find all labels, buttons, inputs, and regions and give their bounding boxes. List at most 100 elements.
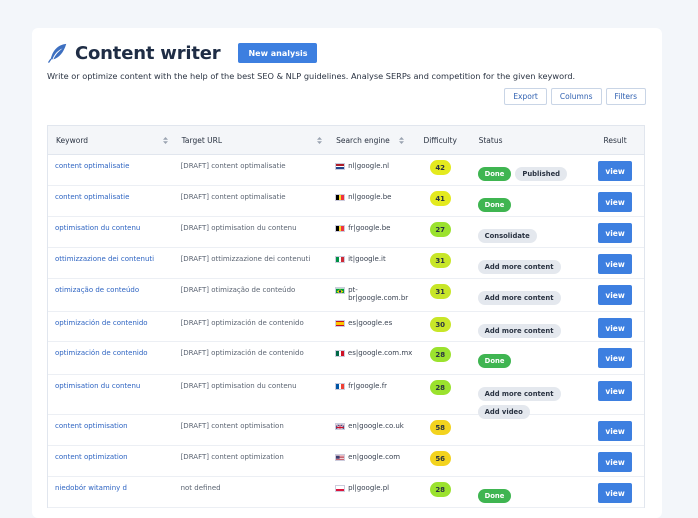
new-analysis-button[interactable]: New analysis — [238, 43, 318, 63]
column-header-status[interactable]: Status — [471, 126, 587, 154]
search-engine: nl|google.be — [348, 193, 392, 201]
status-badge: Add more content — [477, 324, 561, 338]
difficulty-badge: 31 — [429, 284, 451, 299]
target-url: [DRAFT] ottimizzazione dei contenuti — [180, 255, 311, 263]
status-list — [478, 453, 587, 458]
table-row: content optimalisatie [DRAFT] content opt… — [48, 155, 644, 186]
flag-nl-icon — [335, 163, 346, 170]
columns-button[interactable]: Columns — [550, 88, 602, 105]
difficulty-badge: 28 — [429, 347, 451, 362]
status-list: Done Published — [477, 162, 587, 181]
analyses-table: Keyword Target URL Search engine Difficu… — [47, 125, 645, 508]
target-url: [DRAFT] optimisation du contenu — [180, 382, 297, 390]
table-row: content optimisation [DRAFT] content opti… — [48, 415, 644, 446]
column-header-search-engine[interactable]: Search engine — [328, 126, 410, 154]
target-url: [DRAFT] optimización de contenido — [180, 319, 304, 327]
status-badge: Add more content — [477, 387, 561, 401]
keyword-link[interactable]: niedobór witaminy d — [55, 484, 127, 492]
view-button[interactable]: view — [598, 483, 633, 503]
page-description: Write or optimize content with the help … — [47, 71, 576, 81]
column-header-target-url[interactable]: Target URL — [174, 126, 328, 154]
difficulty-badge: 31 — [429, 253, 451, 268]
target-url: [DRAFT] content optimalisatie — [180, 193, 286, 201]
search-engine: es|google.com.mx — [347, 349, 413, 357]
view-button[interactable]: view — [598, 421, 633, 441]
keyword-link[interactable]: content optimisation — [55, 422, 128, 430]
flag-br-icon — [335, 287, 346, 294]
table-row: content optimization [DRAFT] content opti… — [48, 446, 644, 477]
target-url: [DRAFT] content optimisation — [180, 422, 284, 430]
search-engine: nl|google.nl — [348, 162, 390, 170]
view-button[interactable]: view — [598, 192, 633, 212]
difficulty-badge: 42 — [429, 160, 451, 175]
flag-uk-icon — [335, 423, 346, 430]
keyword-link[interactable]: optimización de contenido — [55, 349, 148, 357]
status-badge: Add more content — [477, 260, 561, 274]
table-toolbar: Export Columns Filters — [504, 88, 646, 105]
difficulty-badge: 28 — [429, 482, 451, 497]
search-engine: fr|google.fr — [348, 382, 388, 390]
target-url: [DRAFT] content optimalisatie — [180, 162, 286, 170]
flag-fr-icon — [335, 383, 346, 390]
keyword-link[interactable]: ottimizzazione dei contenuti — [55, 255, 154, 263]
sort-icon — [162, 137, 168, 144]
table-body: content optimalisatie [DRAFT] content opt… — [48, 155, 644, 508]
table-row: optimización de contenido [DRAFT] optimiz… — [48, 312, 644, 342]
difficulty-badge: 41 — [429, 191, 451, 206]
keyword-link[interactable]: content optimization — [55, 453, 128, 461]
status-badge: Done — [477, 167, 512, 181]
table-row: optimisation du contenu [DRAFT] optimisat… — [48, 375, 644, 419]
status-list: Done — [477, 193, 587, 212]
flag-pl-icon — [335, 485, 346, 492]
flag-be-icon — [335, 194, 346, 201]
status-list: Done — [477, 484, 587, 503]
flag-us-icon — [335, 454, 346, 461]
difficulty-badge: 56 — [429, 451, 451, 466]
status-list — [478, 422, 587, 427]
export-button[interactable]: Export — [504, 88, 547, 105]
target-url: [DRAFT] otimização de conteúdo — [180, 286, 296, 294]
search-engine: es|google.es — [348, 319, 393, 327]
view-button[interactable]: view — [598, 161, 633, 181]
view-button[interactable]: view — [598, 318, 633, 338]
difficulty-badge: 58 — [429, 420, 451, 435]
filters-button[interactable]: Filters — [605, 88, 646, 105]
status-badge: Done — [477, 489, 512, 503]
status-badge: Done — [477, 354, 512, 368]
status-list: Add more content — [477, 255, 587, 274]
status-list: Consolidate — [477, 224, 587, 243]
column-header-result[interactable]: Result — [586, 126, 644, 154]
table-row: content optimalisatie [DRAFT] content opt… — [48, 186, 644, 217]
table-row: ottimizzazione dei contenuti [DRAFT] otti… — [48, 248, 644, 279]
search-engine: en|google.co.uk — [348, 422, 404, 430]
status-list: Add more content — [477, 319, 587, 338]
column-header-difficulty[interactable]: Difficulty — [410, 126, 471, 154]
status-badge: Done — [477, 198, 512, 212]
status-list: Done — [477, 349, 587, 368]
view-button[interactable]: view — [598, 285, 633, 305]
status-list: Add more content — [477, 286, 587, 305]
difficulty-badge: 27 — [429, 222, 451, 237]
keyword-link[interactable]: optimisation du contenu — [55, 224, 140, 232]
keyword-link[interactable]: optimisation du contenu — [55, 382, 140, 390]
status-badge: Consolidate — [477, 229, 537, 243]
page-title: Content writer — [75, 42, 221, 64]
table-row: optimisation du contenu [DRAFT] optimisat… — [48, 217, 644, 248]
view-button[interactable]: view — [598, 381, 633, 401]
keyword-link[interactable]: content optimalisatie — [55, 162, 129, 170]
view-button[interactable]: view — [598, 348, 633, 368]
status-list: Add more content Add video — [477, 382, 587, 419]
search-engine: fr|google.be — [348, 224, 391, 232]
view-button[interactable]: view — [598, 452, 633, 472]
flag-it-icon — [335, 256, 346, 263]
column-header-keyword[interactable]: Keyword — [48, 126, 174, 154]
keyword-link[interactable]: otimização de conteúdo — [55, 286, 139, 294]
keyword-link[interactable]: content optimalisatie — [55, 193, 129, 201]
view-button[interactable]: view — [598, 223, 633, 243]
search-engine: en|google.com — [348, 453, 401, 461]
keyword-link[interactable]: optimización de contenido — [55, 319, 148, 327]
search-engine: pt-br|google.com.br — [348, 286, 409, 302]
target-url: not defined — [180, 484, 221, 492]
view-button[interactable]: view — [598, 254, 633, 274]
table-header: Keyword Target URL Search engine Difficu… — [48, 126, 644, 155]
